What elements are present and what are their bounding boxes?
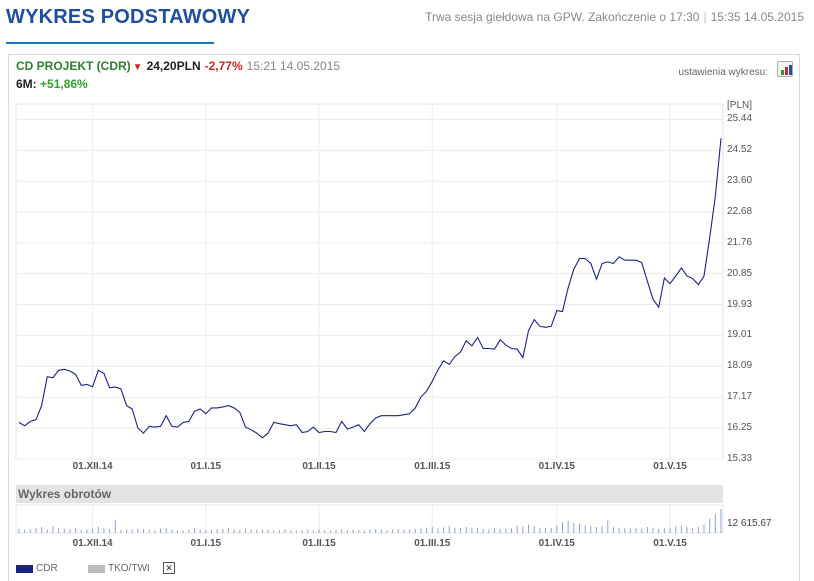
price-chart: [15, 103, 724, 534]
price-series-line: [18, 138, 722, 439]
volume-plot-border: [15, 504, 724, 534]
plot-border: [15, 103, 724, 460]
